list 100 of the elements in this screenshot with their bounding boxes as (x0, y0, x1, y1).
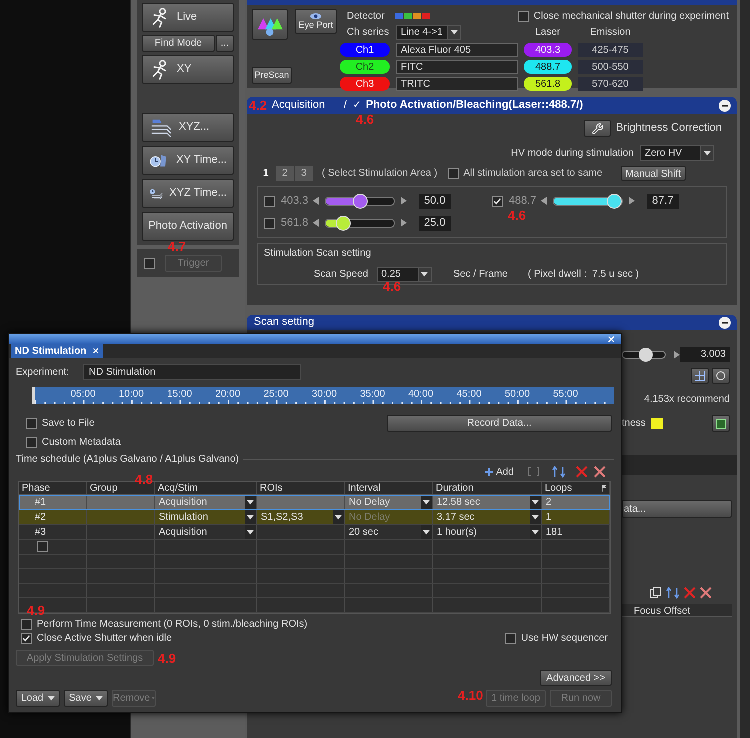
add-button[interactable]: Add (485, 464, 514, 480)
increase-icon[interactable] (629, 197, 635, 205)
slider-thumb[interactable] (353, 194, 368, 208)
increase-icon[interactable] (401, 197, 407, 205)
column-header: Interval (348, 482, 381, 496)
acquisition-tab[interactable]: Acquisition (272, 97, 332, 114)
dropdown[interactable]: Zero HV (640, 145, 714, 161)
data-button[interactable]: ata... (622, 500, 732, 518)
find-mode-button[interactable]: Find Mode (142, 35, 215, 52)
more-button[interactable]: ... (216, 35, 234, 52)
channel-tag[interactable]: Ch3 (340, 77, 390, 91)
collapse-icon[interactable] (719, 100, 731, 112)
dropdown[interactable]: Line 4->1 (396, 25, 461, 40)
tool-button[interactable]: Photo Activation (142, 212, 234, 241)
table-row[interactable]: #1 Acquisition No Delay 12.58 sec 2 (19, 495, 610, 510)
column-header: Phase (22, 482, 50, 496)
table-cell-text: 20 sec (349, 526, 378, 540)
load-button[interactable]: Load (16, 690, 60, 707)
decrease-icon[interactable] (313, 197, 319, 205)
close-icon[interactable] (92, 348, 99, 354)
rotate-button[interactable] (712, 368, 730, 384)
experiment-field[interactable]: ND Stimulation (83, 364, 301, 380)
slider-thumb[interactable] (336, 216, 351, 230)
grid-button[interactable] (691, 368, 709, 384)
bracket-icon[interactable] (528, 467, 540, 477)
table-row[interactable]: #3 Acquisition 20 sec 1 hour(s) 181 (19, 525, 610, 540)
area-tab[interactable]: 2 (276, 166, 294, 181)
timeline-ruler[interactable]: 05:00 10:00 15:00 20:00 25:00 30:00 35:00 40:00 45:00 50:00 55:00 (32, 387, 614, 404)
experiment-label: Experiment: (16, 366, 70, 380)
table-cell-text: 3.17 sec (437, 510, 475, 524)
slider[interactable] (553, 196, 623, 206)
checkbox[interactable] (26, 436, 37, 448)
eye-port-button[interactable]: Eye Port (295, 9, 337, 34)
move-arrows-icon[interactable] (552, 466, 566, 478)
schedule-title: Time schedule (A1plus Galvano / A1plus Galvano) (16, 453, 240, 467)
time-label: 20:00 (215, 388, 241, 402)
decrease-icon[interactable] (541, 197, 547, 205)
tool-button[interactable]: XY Time... (142, 146, 234, 175)
snapshot-button[interactable] (712, 415, 730, 432)
checkbox[interactable] (264, 196, 275, 206)
dye-field[interactable]: Alexa Fluor 405 (396, 43, 518, 57)
tool-button[interactable]: XYZ Time... (142, 179, 234, 208)
time-label: 15:00 (167, 388, 192, 402)
checkbox[interactable] (492, 196, 503, 206)
channels-button[interactable] (252, 9, 288, 40)
shutter-label: Close mechanical shutter during experiment (534, 10, 729, 24)
brightness-button[interactable] (584, 120, 612, 137)
checkbox[interactable] (26, 418, 37, 429)
close-icon[interactable] (608, 336, 615, 342)
dye-field[interactable]: FITC (396, 60, 518, 74)
value-field[interactable]: 25.0 (419, 216, 451, 230)
channel-tag[interactable]: Ch2 (340, 60, 390, 74)
decrease-icon[interactable] (313, 219, 319, 227)
caret-icon (48, 696, 55, 701)
checkbox[interactable] (264, 218, 275, 228)
record-data-button[interactable]: Record Data... (387, 415, 612, 432)
checkbox[interactable] (21, 618, 32, 630)
collapse-icon[interactable] (719, 316, 731, 328)
tool-button[interactable]: XYZ... (142, 113, 234, 142)
annotation-number: 4.6 (383, 280, 402, 293)
annotation-number: 4.7 (168, 240, 186, 253)
checkbox[interactable] (21, 632, 32, 644)
manual-shift-button[interactable]: Manual Shift (620, 166, 686, 181)
column-header: Group (90, 482, 118, 496)
delete-icon[interactable] (684, 586, 696, 598)
checkbox[interactable] (448, 168, 459, 179)
slider[interactable] (325, 196, 395, 206)
slider-thumb[interactable] (606, 194, 622, 208)
dropdown[interactable]: 0.25 (376, 267, 432, 282)
checkbox[interactable] (37, 541, 48, 552)
value-field[interactable]: 50.0 (419, 194, 451, 208)
dialog-tab[interactable]: ND Stimulation (11, 344, 103, 358)
checkbox[interactable] (505, 632, 516, 644)
checkbox[interactable] (518, 10, 529, 22)
increase-icon[interactable] (401, 219, 407, 227)
grid-icon (695, 371, 705, 381)
advanced-button[interactable]: Advanced >> (540, 670, 612, 686)
table-row[interactable]: #2 Stimulation S1,S2,S3 No Delay 3.17 sec 1 (19, 510, 610, 525)
slider[interactable] (622, 350, 666, 358)
dye-field[interactable]: TRITC (396, 77, 518, 91)
delete-icon[interactable] (576, 466, 588, 478)
save-button[interactable]: Save (64, 690, 108, 707)
value-field[interactable]: 3.003 (680, 347, 730, 362)
value-field[interactable]: 87.7 (647, 194, 679, 208)
copy-icon[interactable] (650, 586, 662, 598)
same-area-label: All stimulation area set to same (464, 167, 603, 181)
annotation-number: 4.2 (249, 99, 268, 112)
tool-button[interactable]: Live (142, 3, 234, 32)
delete-all-icon[interactable] (700, 586, 712, 598)
laser-tag: 561.8 (524, 77, 572, 91)
column-header: Duration (436, 482, 474, 496)
area-tab[interactable]: 3 (295, 166, 313, 181)
prescan-button[interactable]: PreScan (252, 67, 292, 84)
slider-thumb[interactable] (639, 348, 654, 362)
delete-all-icon[interactable] (594, 466, 606, 478)
slider[interactable] (325, 218, 395, 228)
move-arrows-icon[interactable] (666, 586, 680, 598)
channel-tag[interactable]: Ch1 (340, 43, 390, 57)
tool-button[interactable]: XY (142, 55, 234, 84)
caret-icon (532, 500, 539, 504)
